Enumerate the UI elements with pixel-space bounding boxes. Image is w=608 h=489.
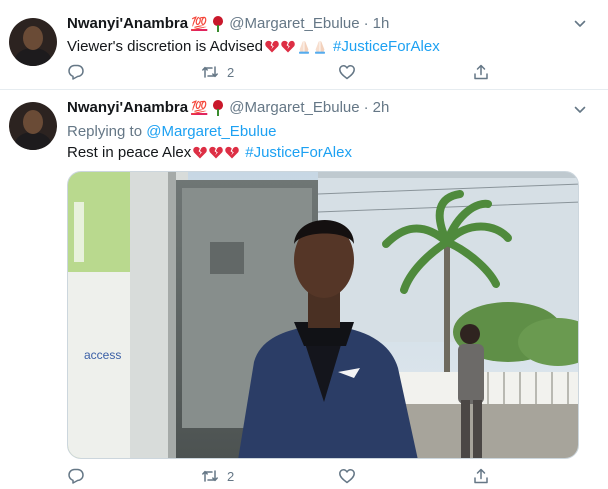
like-button[interactable]	[338, 467, 364, 485]
tweet[interactable]: Nwanyi'Anambra 💯 @Margaret_Ebulue · 1h V…	[0, 0, 608, 90]
share-button[interactable]	[472, 467, 490, 485]
tweet-text: Rest in peace Alex #JusticeForAlex	[67, 144, 352, 161]
rose-icon	[213, 99, 224, 116]
photo-illustration	[68, 172, 578, 458]
hundred-points-icon: 💯	[191, 15, 208, 31]
avatar-face-shape	[23, 26, 43, 50]
hashtag-link[interactable]: #JusticeForAlex	[333, 38, 440, 55]
hashtag-link[interactable]: #JusticeForAlex	[245, 144, 352, 161]
tweet-body: Viewer's discretion is Advised	[67, 38, 264, 55]
avatar[interactable]	[9, 18, 57, 66]
share-icon	[474, 468, 488, 484]
reply-icon	[68, 64, 84, 80]
folded-hands-icon	[297, 40, 311, 54]
broken-heart-icon	[225, 146, 239, 159]
broken-heart-icon	[193, 146, 207, 159]
hundred-points-icon: 💯	[191, 99, 208, 115]
tweet-actions: 2	[67, 63, 497, 83]
replying-to: Replying to @Margaret_Ebulue	[67, 123, 277, 140]
reply-icon	[68, 468, 84, 484]
tweet-body: Rest in peace Alex	[67, 144, 192, 161]
display-name[interactable]: Nwanyi'Anambra	[67, 15, 188, 32]
timestamp[interactable]: 1h	[373, 15, 390, 32]
reply-button[interactable]	[67, 63, 93, 81]
heart-icon	[339, 65, 355, 80]
avatar-face-shape	[23, 110, 43, 134]
tweet-text: Viewer's discretion is Advised #JusticeF…	[67, 38, 440, 55]
retweet-count: 2	[227, 64, 235, 80]
heart-icon	[339, 469, 355, 484]
avatar-body-shape	[15, 48, 51, 66]
display-name[interactable]: Nwanyi'Anambra	[67, 99, 188, 116]
share-icon	[474, 64, 488, 80]
user-handle[interactable]: @Margaret_Ebulue	[229, 15, 359, 32]
replying-label: Replying to	[67, 123, 143, 140]
retweet-count: 2	[227, 468, 235, 484]
retweet-button[interactable]: 2	[201, 63, 234, 81]
folded-hands-icon	[313, 40, 327, 54]
avatar[interactable]	[9, 102, 57, 150]
reply-button[interactable]	[67, 467, 93, 485]
like-button[interactable]	[338, 63, 364, 81]
tweet-photo[interactable]: access	[67, 171, 579, 459]
photo-sign-text: access	[84, 348, 122, 362]
tweet-header: Nwanyi'Anambra 💯 @Margaret_Ebulue · 1h	[67, 15, 389, 32]
tweet[interactable]: Nwanyi'Anambra 💯 @Margaret_Ebulue · 2h R…	[0, 90, 608, 489]
timestamp[interactable]: 2h	[373, 99, 390, 116]
retweet-button[interactable]: 2	[201, 467, 234, 485]
separator-dot: ·	[363, 15, 369, 32]
broken-heart-icon	[209, 146, 223, 159]
avatar-body-shape	[15, 132, 51, 150]
share-button[interactable]	[472, 63, 490, 81]
chevron-down-icon[interactable]	[574, 18, 586, 30]
separator-dot: ·	[363, 99, 369, 116]
user-handle[interactable]: @Margaret_Ebulue	[229, 99, 359, 116]
tweet-header: Nwanyi'Anambra 💯 @Margaret_Ebulue · 2h	[67, 99, 389, 116]
broken-heart-icon	[265, 40, 279, 53]
tweet-actions: 2	[67, 467, 497, 487]
retweet-icon	[202, 470, 218, 482]
chevron-down-icon[interactable]	[574, 104, 586, 116]
rose-icon	[213, 15, 224, 32]
retweet-icon	[202, 66, 218, 78]
replying-to-handle[interactable]: @Margaret_Ebulue	[146, 123, 276, 140]
broken-heart-icon	[281, 40, 295, 53]
